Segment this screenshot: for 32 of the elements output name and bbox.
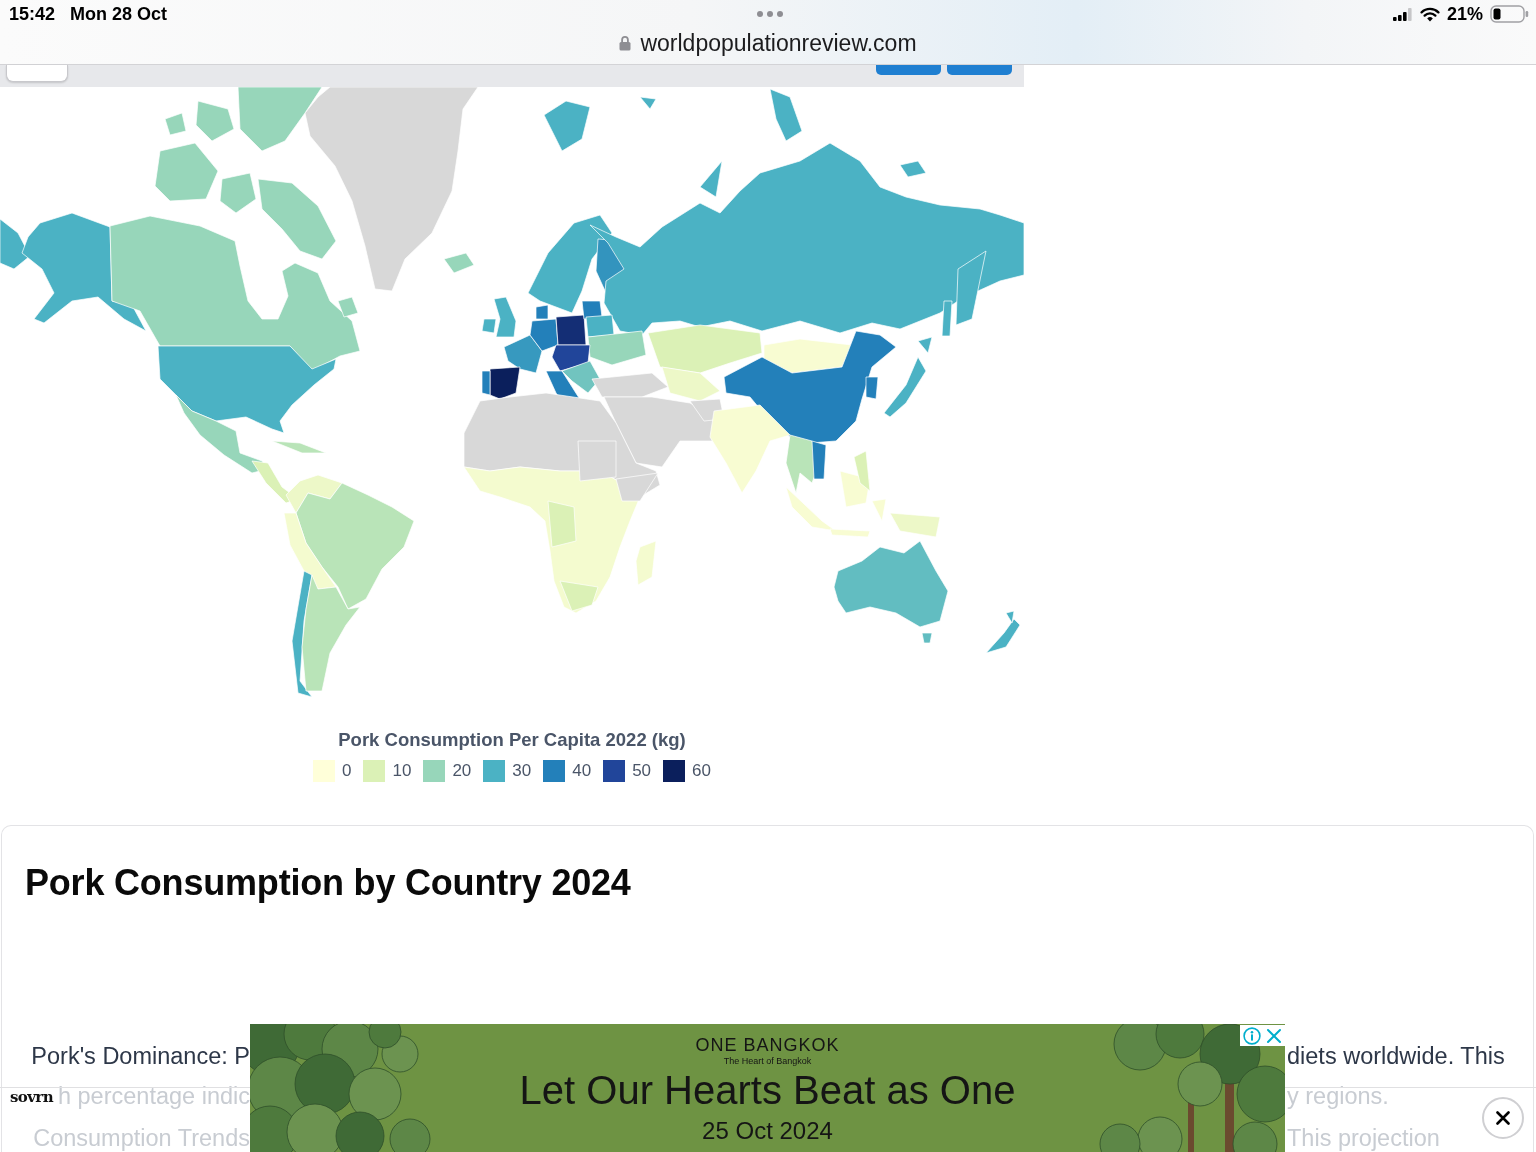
legend-label: 60 bbox=[692, 761, 711, 781]
brand-tagline: The Heart of Bangkok bbox=[723, 1056, 812, 1066]
status-date: Mon 28 Oct bbox=[70, 3, 168, 25]
legend-label: 10 bbox=[392, 761, 412, 781]
paragraph-text: diets worldwide. This bbox=[1287, 1043, 1505, 1069]
toolbar-button[interactable] bbox=[6, 65, 68, 82]
ad-network-logo[interactable]: sovrn bbox=[10, 1089, 53, 1106]
legend-label: 30 bbox=[512, 761, 532, 781]
legend-label: 50 bbox=[632, 761, 652, 781]
legend-label: 0 bbox=[342, 761, 352, 781]
ad-headline: Let Our Hearts Beat as One bbox=[519, 1068, 1016, 1112]
battery-icon bbox=[1490, 5, 1530, 23]
lock-icon bbox=[619, 35, 632, 51]
signal-icon bbox=[1392, 7, 1413, 21]
battery-percent: 21% bbox=[1446, 3, 1483, 25]
ad-banner[interactable]: ONE BANGKOK The Heart of Bangkok Let Our Hearts Beat as One 25 Oct 2024 bbox=[250, 1024, 1285, 1152]
info-icon[interactable] bbox=[1242, 1026, 1261, 1045]
legend-title: Pork Consumption Per Capita 2022 (kg) bbox=[338, 730, 686, 750]
legend-label: 40 bbox=[572, 761, 592, 781]
toolbar-button[interactable] bbox=[876, 65, 941, 75]
brand-name: ONE BANGKOK bbox=[695, 1034, 840, 1056]
close-icon bbox=[1496, 1111, 1510, 1125]
ad-date: 25 Oct 2024 bbox=[702, 1118, 833, 1144]
paragraph-text: Pork's Dominance: P bbox=[31, 1043, 250, 1069]
legend-label: 20 bbox=[452, 761, 472, 781]
toolbar-button[interactable] bbox=[947, 65, 1012, 75]
more-dots-icon[interactable] bbox=[756, 11, 783, 17]
close-icon[interactable] bbox=[1266, 1027, 1283, 1044]
status-time: 15:42 bbox=[9, 3, 56, 25]
wifi-icon bbox=[1419, 6, 1440, 22]
article-heading: Pork Consumption by Country 2024 bbox=[25, 863, 631, 903]
address-bar[interactable]: worldpopulationreview.com bbox=[619, 29, 917, 57]
